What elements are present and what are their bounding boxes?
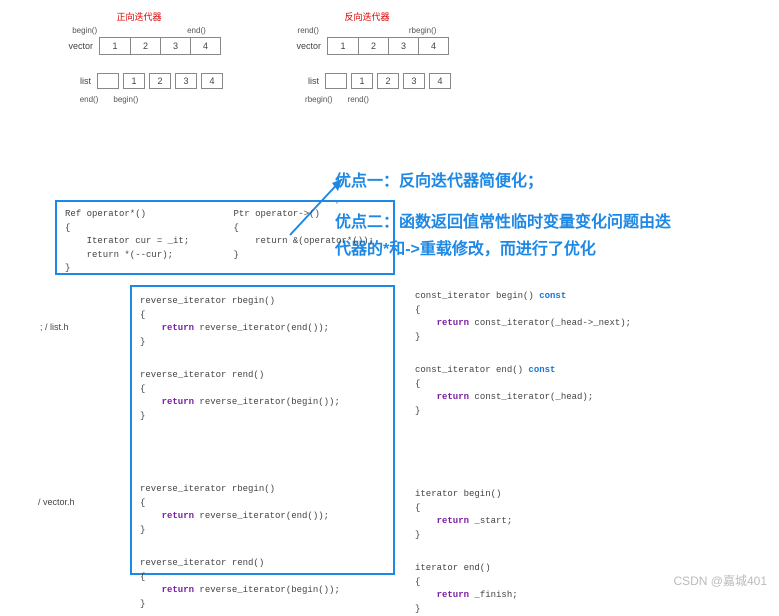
- lcell: 4: [201, 73, 223, 89]
- right-code-column: const_iterator begin() const { return co…: [415, 290, 631, 616]
- advantage-1: 优点一：反向迭代器简便化；: [335, 168, 765, 195]
- cell: 2: [358, 38, 388, 54]
- const-end: const_iterator end() const { return cons…: [415, 364, 631, 418]
- list-row: list 1 2 3 4: [55, 73, 223, 89]
- cell: 3: [160, 38, 190, 54]
- rend-label: rend(): [298, 26, 319, 35]
- sub-rend: rend(): [348, 95, 369, 104]
- sub-rbegin: rbegin(): [305, 95, 333, 104]
- listh-label: ; / list.h: [40, 322, 69, 332]
- list-cells: 1 2 3 4: [325, 73, 451, 89]
- lcell: [325, 73, 347, 89]
- cell: 1: [100, 38, 130, 54]
- rbegin-vector: reverse_iterator rbegin() { return rever…: [140, 483, 385, 537]
- advantage-2-l2: 代器的*和->重载修改，而进行了优化: [335, 236, 765, 263]
- list-label: list: [55, 76, 91, 86]
- sub-end: end(): [80, 95, 99, 104]
- rbegin-label: rbegin(): [409, 26, 437, 35]
- list-cells: 1 2 3 4: [97, 73, 223, 89]
- dot: ·: [335, 195, 765, 209]
- forward-title: 正向迭代器: [116, 10, 161, 23]
- list-sub-labels: end() begin(): [80, 95, 139, 104]
- operator-star-code: Ref operator*() { Iterator cur = _it; re…: [57, 202, 225, 273]
- reverse-labels: rend() rbegin(): [298, 26, 437, 35]
- lcell: 1: [123, 73, 145, 89]
- vector-cells: 1 2 3 4: [327, 37, 449, 55]
- rend-vector: reverse_iterator rend() { return reverse…: [140, 557, 385, 611]
- annotation-text: 优点一：反向迭代器简便化； · 优点二：函数返回值常性临时变量变化问题由迭 代器…: [335, 168, 765, 264]
- vector-cells: 1 2 3 4: [99, 37, 221, 55]
- cell: 2: [130, 38, 160, 54]
- reverse-iterator-code-box: reverse_iterator rbegin() { return rever…: [130, 285, 395, 575]
- lcell: 1: [351, 73, 373, 89]
- vector-label: vector: [285, 41, 321, 51]
- lcell: 3: [175, 73, 197, 89]
- cell: 3: [388, 38, 418, 54]
- rbegin-list: reverse_iterator rbegin() { return rever…: [140, 295, 385, 349]
- begin-label: begin(): [72, 26, 97, 35]
- list-row: list 1 2 3 4: [283, 73, 451, 89]
- operator-arrow-code: Ptr operator->() { return &(operator*())…: [225, 202, 394, 273]
- forward-iterator-block: 正向迭代器 begin() end() vector 1 2 3 4 list …: [55, 10, 223, 104]
- lcell: [97, 73, 119, 89]
- cell: 4: [190, 38, 220, 54]
- vector-row: vector 1 2 3 4: [57, 37, 221, 55]
- const-begin: const_iterator begin() const { return co…: [415, 290, 631, 344]
- end-label: end(): [187, 26, 206, 35]
- list-label: list: [283, 76, 319, 86]
- reverse-iterator-block: 反向迭代器 rend() rbegin() vector 1 2 3 4 lis…: [283, 10, 451, 104]
- watermark: CSDN @嘉城401: [673, 572, 767, 589]
- lcell: 3: [403, 73, 425, 89]
- vector-row: vector 1 2 3 4: [285, 37, 449, 55]
- vector-label: vector: [57, 41, 93, 51]
- cell: 4: [418, 38, 448, 54]
- reverse-title: 反向迭代器: [344, 10, 389, 23]
- iterator-diagram: 正向迭代器 begin() end() vector 1 2 3 4 list …: [55, 10, 451, 104]
- cell: 1: [328, 38, 358, 54]
- sub-begin: begin(): [113, 95, 138, 104]
- iter-begin: iterator begin() { return _start; }: [415, 488, 631, 542]
- lcell: 2: [149, 73, 171, 89]
- lcell: 4: [429, 73, 451, 89]
- forward-labels: begin() end(): [72, 26, 206, 35]
- iter-end: iterator end() { return _finish; }: [415, 562, 631, 616]
- advantage-2-l1: 优点二：函数返回值常性临时变量变化问题由迭: [335, 209, 765, 236]
- operator-code-box: Ref operator*() { Iterator cur = _it; re…: [55, 200, 395, 275]
- lcell: 2: [377, 73, 399, 89]
- rend-list: reverse_iterator rend() { return reverse…: [140, 369, 385, 423]
- vectorh-label: / vector.h: [38, 497, 75, 507]
- list-sub-labels: rbegin() rend(): [305, 95, 369, 104]
